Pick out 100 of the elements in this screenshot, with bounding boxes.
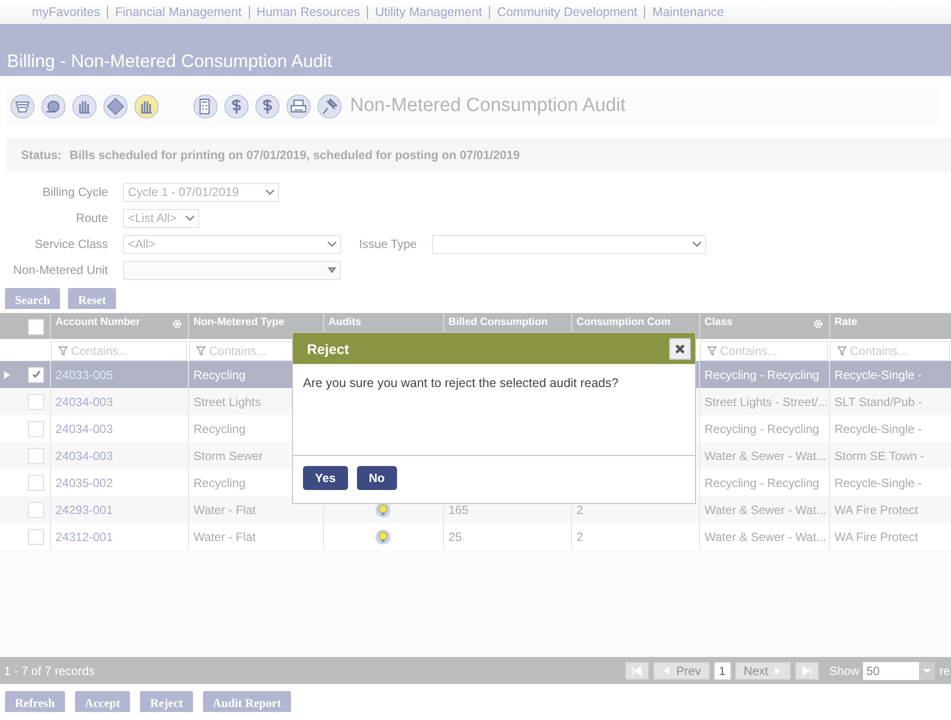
record-count: 1 - 7 of 7 records [4,664,95,678]
form-button[interactable]: Reset [68,288,116,309]
table-cell: Street Lights [194,394,261,408]
row-selector-cell[interactable] [0,388,50,415]
lightbulb-icon[interactable] [375,528,391,544]
caret-icon [692,241,702,247]
field-label: Issue Type [358,237,418,251]
caret-icon [185,215,195,221]
table-cell: 165 [448,502,469,516]
checkbox[interactable] [28,366,44,382]
table-cell: Recycling - Recycling [704,368,820,382]
table-cell: Water - Flat [194,530,256,544]
first-page-button[interactable] [625,662,650,680]
caret-icon [327,267,337,273]
action-button[interactable]: Audit Report [202,691,292,712]
caret-icon [265,189,275,195]
table-cell: Storm Sewer [194,448,263,462]
table-cell: Recycle-Single - [834,422,922,436]
close-icon [674,342,686,354]
form-button[interactable]: Search [5,288,60,309]
filter-icon [837,346,847,356]
table-cell: 25 [448,530,462,544]
row-selector-cell[interactable] [0,361,50,388]
last-page-icon [802,666,812,676]
checkbox[interactable] [28,528,44,544]
dropdown[interactable]: <List All> [123,208,199,228]
row-selector-cell[interactable] [0,523,50,550]
field-label: Billing Cycle [42,185,109,199]
table-cell: 2 [576,502,584,516]
list-icon[interactable] [10,94,35,118]
nav-link[interactable]: Human Resources [248,6,368,18]
calculator-icon[interactable] [193,94,218,118]
dialog-button[interactable]: No [356,466,397,490]
dollar-icon[interactable] [255,94,280,118]
table-cell: 24034-003 [56,394,113,408]
nav-link[interactable]: Utility Management [367,6,490,18]
caret-icon [922,668,932,674]
table-row[interactable]: 24312-001 Water - Flat 25 2 Water & Sewer - Wat... WA Fire Protect [0,523,951,550]
checkbox[interactable] [28,448,44,464]
row-selector-cell[interactable] [0,496,50,523]
nav-link[interactable]: Financial Management [107,6,249,18]
dropdown[interactable]: Cycle 1 - 07/01/2019 [123,182,279,202]
row-selector-cell[interactable] [0,442,50,469]
close-button[interactable] [669,338,691,360]
table-cell: SLT Stand/Pub - [834,394,922,408]
dropdown[interactable] [432,234,706,254]
right-triangle-icon [772,666,782,676]
last-page-button[interactable] [795,662,820,680]
table-cell: Storm SE Town - [834,448,924,462]
table-cell: Recycling [194,476,246,490]
table-cell: 24035-002 [56,476,113,490]
table-cell: Recycling - Recycling [704,422,820,436]
table-cell: 2 [576,530,584,544]
row-selector-cell[interactable] [0,469,50,496]
checkbox[interactable] [28,474,44,490]
next-button[interactable]: Next [734,662,792,680]
nav-link[interactable]: Maintenance [644,6,731,18]
table-cell: 24034-003 [56,422,113,436]
table-cell: WA Fire Protect [834,530,918,544]
nav-link[interactable]: Community Development [489,6,644,18]
nav-link[interactable]: myFavorites [25,6,108,18]
dollar-icon[interactable] [224,94,249,118]
checkbox[interactable] [28,319,44,335]
row-selector-cell[interactable] [0,415,50,442]
page-number[interactable]: 1 [714,662,731,680]
checkbox[interactable] [28,502,44,518]
status-text: Bills scheduled for printing on 07/01/2019, scheduled for posting on 07/01/2019 [70,148,520,162]
table-cell: 24293-001 [56,502,113,516]
page-size-dropdown[interactable]: 50 [863,662,936,680]
table-cell: Water - Flat [194,502,256,516]
table-cell: Recycling [194,422,246,436]
show-label: Show [829,664,860,678]
action-button[interactable]: Refresh [5,691,65,712]
dialog-button[interactable]: Yes [303,466,348,490]
field-label: Non-Metered Unit [12,263,109,277]
table-cell: Street Lights - Street/... [704,394,828,408]
settings-icon[interactable] [172,319,182,329]
table-cell: WA Fire Protect [834,502,918,516]
table-cell: 24312-001 [56,530,113,544]
checkbox[interactable] [28,394,44,410]
toolbar-title: Non-Metered Consumption Audit [350,95,626,117]
table-cell: Recycling [194,368,246,382]
records-label: re [939,664,950,678]
table-cell: Water & Sewer - Wat... [704,502,826,516]
table-cell: Recycle-Single - [834,476,922,490]
prev-button[interactable]: Prev [653,662,710,680]
table-cell: 24034-003 [56,448,113,462]
table-cell: Recycling - Recycling [704,476,820,490]
filter-icon [196,346,206,356]
checkmark-icon [30,369,42,380]
printer-icon[interactable] [286,94,311,118]
checkbox[interactable] [28,420,44,436]
action-button[interactable]: Accept [74,691,130,712]
settings-icon[interactable] [812,319,822,329]
row-pointer-icon [4,371,10,379]
table-cell: Water & Sewer - Wat... [704,530,826,544]
filter-icon [707,346,717,356]
dropdown[interactable]: <All> [123,234,341,254]
action-button[interactable]: Reject [140,691,193,712]
field-label: Route [74,211,109,225]
